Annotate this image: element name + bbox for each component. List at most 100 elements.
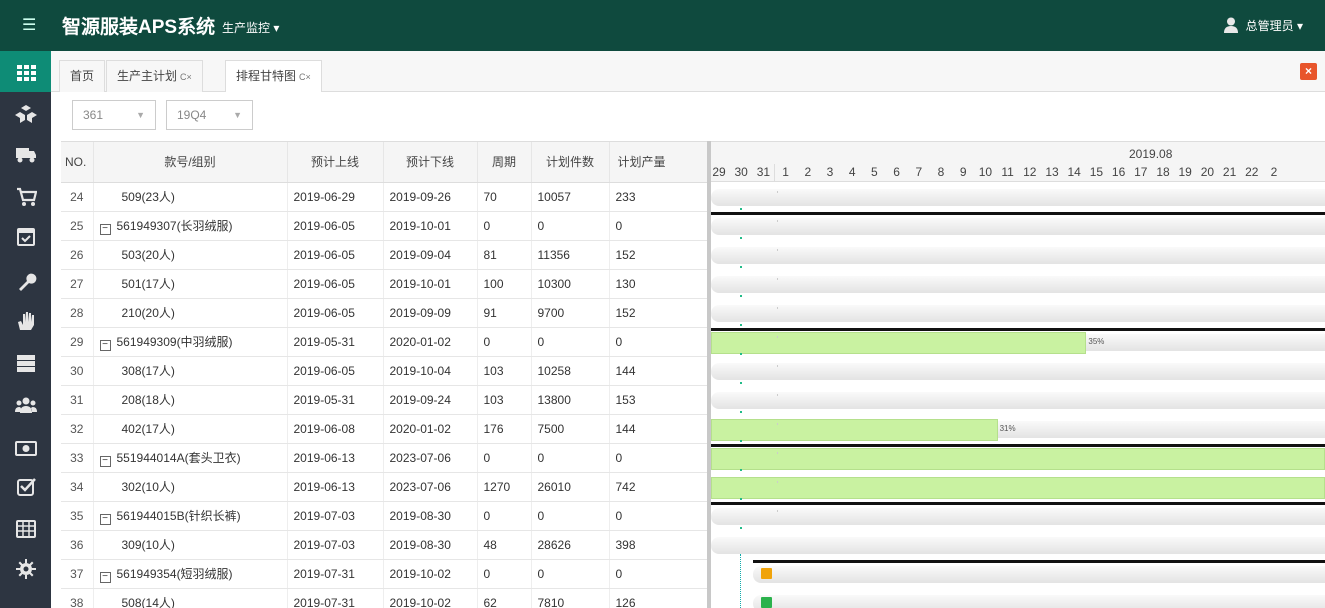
row-number-text: 32 (70, 421, 84, 436)
style-group-cell-text: 561944015B(针织长裤) (116, 508, 241, 523)
row-number: 28 (61, 298, 94, 328)
gantt-progress-bar[interactable] (711, 448, 1325, 470)
close-all-tabs-button[interactable]: × (1300, 63, 1317, 80)
today-marker (740, 440, 742, 442)
gantt-day-label: 31 (756, 165, 771, 179)
tab-home[interactable]: 首页 (59, 60, 106, 92)
gantt-task-bar[interactable] (753, 566, 1325, 583)
cycle-cell: 0 (477, 501, 532, 531)
gantt-progress-bar[interactable] (711, 419, 998, 441)
menu-toggle-icon[interactable]: ☰ (22, 15, 36, 35)
cycle-cell: 100 (477, 269, 532, 299)
sidebar-item-checkbox[interactable] (0, 465, 51, 506)
gantt-task-bar[interactable] (711, 218, 1325, 235)
table-row[interactable]: 30 308(17人) 2019-06-05 2019-10-04 103 10258 14… (61, 356, 707, 386)
sidebar-item-wrench[interactable] (0, 260, 51, 301)
table-row[interactable]: 26 503(20人) 2019-06-05 2019-09-04 81 11356 152 (61, 240, 707, 270)
table-group-row[interactable]: 25 −561949307(长羽绒服) 2019-06-05 2019-10-01 0 0… (61, 211, 707, 241)
table-row[interactable]: 32 402(17人) 2019-06-08 2020-01-02 176 7500 144 (61, 414, 707, 444)
output-cell-text: 0 (615, 450, 623, 465)
gantt-task-bar[interactable] (711, 508, 1325, 525)
collapse-icon[interactable]: − (99, 571, 111, 583)
app-title: 智源服装APS系统 (62, 17, 216, 38)
module-menu[interactable]: 生产监控 ▾ (222, 19, 279, 36)
end-date-cell-text: 2019-08-30 (389, 508, 451, 523)
cycle-cell: 103 (477, 385, 532, 415)
end-date-cell: 2019-10-02 (383, 588, 478, 608)
tab-refresh-close-icon[interactable]: C× (180, 72, 192, 82)
today-marker (740, 266, 742, 268)
table-group-row[interactable]: 35 −561944015B(针织长裤) 2019-07-03 2019-08-30 0… (61, 501, 707, 531)
qty-cell-text: 10057 (537, 189, 571, 204)
sidebar-item-calendar-check[interactable] (0, 215, 51, 256)
tab-master-plan[interactable]: 生产主计划 C× (106, 60, 203, 92)
row-number: 38 (61, 588, 94, 608)
user-menu[interactable]: 总管理员 ▾ (1223, 17, 1303, 34)
table-row[interactable]: 27 501(17人) 2019-06-05 2019-10-01 100 10300 13… (61, 269, 707, 299)
hand-icon (17, 311, 34, 330)
table-row[interactable]: 31 208(18人) 2019-05-31 2019-09-24 103 13800 15… (61, 385, 707, 415)
column-header-no[interactable]: NO. (61, 142, 94, 183)
sidebar-item-money[interactable] (0, 427, 51, 468)
calendar-check-icon (16, 227, 35, 246)
gantt-task-bar[interactable] (711, 537, 1325, 554)
output-cell: 0 (609, 443, 707, 473)
cycle-cell-text: 62 (483, 595, 497, 608)
collapse-icon[interactable]: − (99, 339, 111, 351)
column-header-qty[interactable]: 计划件数 (531, 142, 610, 183)
gantt-tick (777, 394, 778, 396)
gantt-day-label: 10 (978, 165, 993, 179)
column-header-end[interactable]: 预计下线 (383, 142, 478, 183)
gantt-progress-bar[interactable] (711, 477, 1325, 499)
output-cell: 152 (609, 298, 707, 328)
sidebar-item-cubes[interactable] (0, 93, 51, 134)
output-cell-text: 0 (615, 566, 623, 581)
sidebar-item-truck[interactable] (0, 132, 51, 173)
sidebar-item-gear[interactable] (0, 548, 51, 589)
output-cell-text: 144 (615, 363, 636, 378)
gantt-milestone-marker[interactable] (761, 597, 772, 608)
today-marker (740, 324, 742, 326)
sidebar-item-users[interactable] (0, 384, 51, 425)
collapse-icon[interactable]: − (99, 223, 111, 235)
gantt-task-bar[interactable] (711, 305, 1325, 322)
table-group-row[interactable]: 33 −551944014A(套头卫衣) 2019-06-13 2023-07-06 0… (61, 443, 707, 473)
table-row[interactable]: 24 509(23人) 2019-06-29 2019-09-26 70 10057 233 (61, 182, 707, 212)
gear-icon (15, 558, 36, 579)
gantt-task-bar[interactable] (711, 392, 1325, 409)
gantt-progress-bar[interactable] (711, 332, 1087, 354)
column-header-cycle[interactable]: 周期 (477, 142, 532, 183)
checkbox-icon (16, 477, 36, 496)
table-group-row[interactable]: 29 −561949309(中羽绒服) 2019-05-31 2020-01-02 0 0… (61, 327, 707, 357)
factory-select[interactable]: 361 ▼ (72, 100, 156, 130)
gantt-task-bar[interactable] (711, 276, 1325, 293)
table-row[interactable]: 28 210(20人) 2019-06-05 2019-09-09 91 9700 152 (61, 298, 707, 328)
column-header-style[interactable]: 款号/组别 (93, 142, 288, 183)
gantt-row (711, 386, 1325, 415)
table-row[interactable]: 38 508(14人) 2019-07-31 2019-10-02 62 7810 126 (61, 588, 707, 608)
tab-label: 首页 (70, 69, 95, 83)
collapse-icon[interactable]: − (99, 455, 111, 467)
sidebar-item-hand[interactable] (0, 300, 51, 341)
column-header-output[interactable]: 计划产量 (609, 142, 707, 183)
sidebar-item-server[interactable] (0, 342, 51, 383)
cycle-cell-text: 103 (483, 363, 504, 378)
table-row[interactable]: 34 302(10人) 2019-06-13 2023-07-06 1270 26010 7… (61, 472, 707, 502)
gantt-milestone-marker[interactable] (761, 568, 772, 579)
gantt-task-bar[interactable] (711, 363, 1325, 380)
gantt-task-bar[interactable] (711, 247, 1325, 264)
start-date-cell-text: 2019-06-05 (293, 276, 355, 291)
season-select[interactable]: 19Q4 ▼ (166, 100, 253, 130)
sidebar-item-table[interactable] (0, 508, 51, 549)
sidebar-item-cart[interactable] (0, 175, 51, 216)
table-group-row[interactable]: 37 −561949354(短羽绒服) 2019-07-31 2019-10-02 0 0… (61, 559, 707, 589)
tab-refresh-close-icon[interactable]: C× (299, 72, 311, 82)
gantt-task-bar[interactable] (711, 189, 1325, 206)
gantt-task-bar[interactable] (753, 595, 1325, 608)
start-date-cell: 2019-06-13 (287, 472, 384, 502)
sidebar-item-grid[interactable] (0, 51, 51, 92)
tab-gantt[interactable]: 排程甘特图 C× (225, 60, 322, 93)
collapse-icon[interactable]: − (99, 513, 111, 525)
table-row[interactable]: 36 309(10人) 2019-07-03 2019-08-30 48 28626 398 (61, 530, 707, 560)
column-header-start[interactable]: 预计上线 (287, 142, 384, 183)
